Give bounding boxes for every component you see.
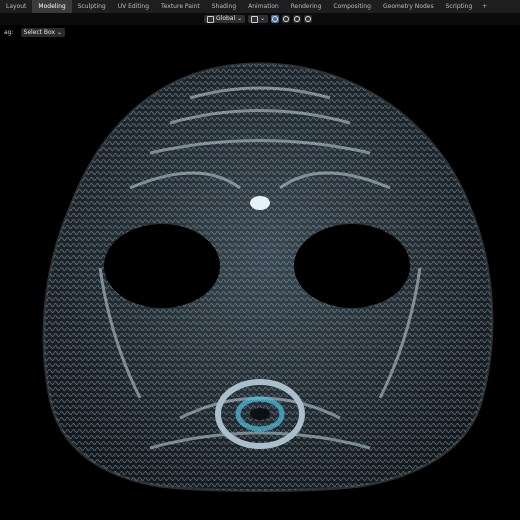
falloff-curve-icon — [305, 16, 312, 22]
snap-toggle[interactable] — [271, 15, 280, 23]
tab-shading[interactable]: Shading — [206, 0, 242, 13]
transform-orientation-dropdown[interactable]: Global ⌄ — [204, 15, 246, 23]
pivot-point-dropdown[interactable]: ⌄ — [248, 15, 269, 23]
select-mode-label: Select Box — [23, 28, 56, 36]
chevron-down-icon: ⌄ — [260, 15, 266, 22]
mask-model — [42, 62, 494, 492]
tab-scripting[interactable]: Scripting — [440, 0, 479, 13]
tab-animation[interactable]: Animation — [242, 0, 285, 13]
tab-compositing[interactable]: Compositing — [327, 0, 377, 13]
header-tag-fragment: ag: — [4, 28, 14, 36]
mouth-core — [250, 408, 270, 420]
workspace-tabs-bar: Layout Modeling Sculpting UV Editing Tex… — [0, 0, 520, 13]
falloff-dropdown[interactable] — [304, 15, 313, 23]
orientation-icon — [207, 15, 214, 23]
tab-geometry-nodes[interactable]: Geometry Nodes — [377, 0, 440, 13]
tab-layout[interactable]: Layout — [0, 0, 32, 13]
snap-icon — [283, 16, 290, 22]
tab-modeling[interactable]: Modeling — [32, 0, 72, 13]
viewport-header: ag: Select Box ⌄ — [0, 26, 520, 38]
tab-uv-editing[interactable]: UV Editing — [112, 0, 155, 13]
pivot-icon — [251, 15, 259, 23]
tab-texture-paint[interactable]: Texture Paint — [155, 0, 206, 13]
tab-sculpting[interactable]: Sculpting — [72, 0, 112, 13]
left-eye-hole — [104, 224, 220, 308]
right-eye-hole — [294, 224, 410, 308]
chevron-down-icon: ⌄ — [57, 28, 63, 36]
add-workspace-button[interactable]: + — [478, 3, 491, 10]
proportional-edit-toggle[interactable] — [293, 15, 302, 23]
3d-viewport[interactable] — [0, 38, 520, 520]
select-mode-dropdown[interactable]: Select Box ⌄ — [20, 27, 66, 37]
magnet-icon — [272, 16, 279, 22]
chevron-down-icon: ⌄ — [237, 15, 243, 22]
forehead-gem — [250, 196, 270, 210]
transform-orientation-label: Global — [216, 15, 236, 22]
tab-rendering[interactable]: Rendering — [285, 0, 328, 13]
transform-controls: Global ⌄ ⌄ — [204, 13, 313, 25]
proportional-edit-icon — [294, 16, 301, 22]
viewport-toolbar: Global ⌄ ⌄ — [0, 13, 520, 25]
snap-target-dropdown[interactable] — [282, 15, 291, 23]
